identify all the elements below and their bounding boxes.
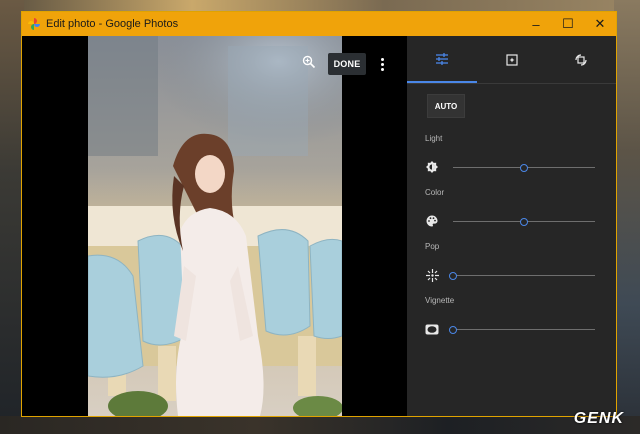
edit-panel: AUTO Light Color Pop Vignette (407, 36, 616, 416)
sparkle-icon (425, 268, 439, 282)
backdrop-bottom (0, 416, 640, 434)
pop-slider[interactable] (449, 272, 595, 280)
genk-watermark: GENK (573, 410, 624, 427)
sliders-icon (435, 52, 448, 65)
auto-button[interactable]: AUTO (427, 94, 465, 118)
more-vert-icon (380, 57, 384, 61)
light-slider-thumb[interactable] (520, 164, 528, 172)
edit-photo-window: Edit photo - Google Photos – ☐ ✕ DONE AU… (22, 12, 616, 416)
vignette-slider[interactable] (449, 326, 595, 334)
backdrop-top (0, 0, 640, 12)
photo-preview[interactable] (88, 36, 342, 416)
color-slider[interactable] (453, 218, 595, 226)
done-button[interactable]: DONE (328, 53, 366, 75)
zoom-in-icon (302, 55, 316, 69)
maximize-button[interactable]: ☐ (552, 12, 584, 36)
filter-icon (505, 53, 518, 66)
backdrop-left (0, 0, 24, 434)
pop-label: Pop (425, 242, 440, 251)
palette-icon (425, 214, 439, 228)
edit-tabs (407, 36, 616, 84)
tab-adjust[interactable] (407, 36, 477, 83)
zoom-button[interactable] (299, 52, 319, 72)
minimize-button[interactable]: – (520, 12, 552, 36)
light-slider[interactable] (453, 164, 595, 172)
close-button[interactable]: ✕ (584, 12, 616, 36)
backdrop-right (614, 0, 640, 434)
vignette-label: Vignette (425, 296, 455, 305)
window-controls: – ☐ ✕ (520, 12, 616, 36)
rotate-crop-icon (575, 53, 587, 66)
window-title: Edit photo - Google Photos (46, 18, 179, 30)
tab-crop-rotate[interactable] (546, 36, 616, 83)
light-label: Light (425, 134, 443, 143)
title-bar[interactable]: Edit photo - Google Photos – ☐ ✕ (22, 12, 616, 36)
brightness-icon (425, 160, 439, 174)
color-label: Color (425, 188, 445, 197)
photo-stage: DONE (22, 36, 406, 416)
pop-slider-thumb[interactable] (449, 272, 457, 280)
google-photos-icon (28, 18, 40, 30)
color-slider-thumb[interactable] (520, 218, 528, 226)
more-options-button[interactable] (375, 53, 389, 75)
vignette-icon (425, 322, 439, 336)
tab-filters[interactable] (477, 36, 547, 83)
vignette-slider-thumb[interactable] (449, 326, 457, 334)
